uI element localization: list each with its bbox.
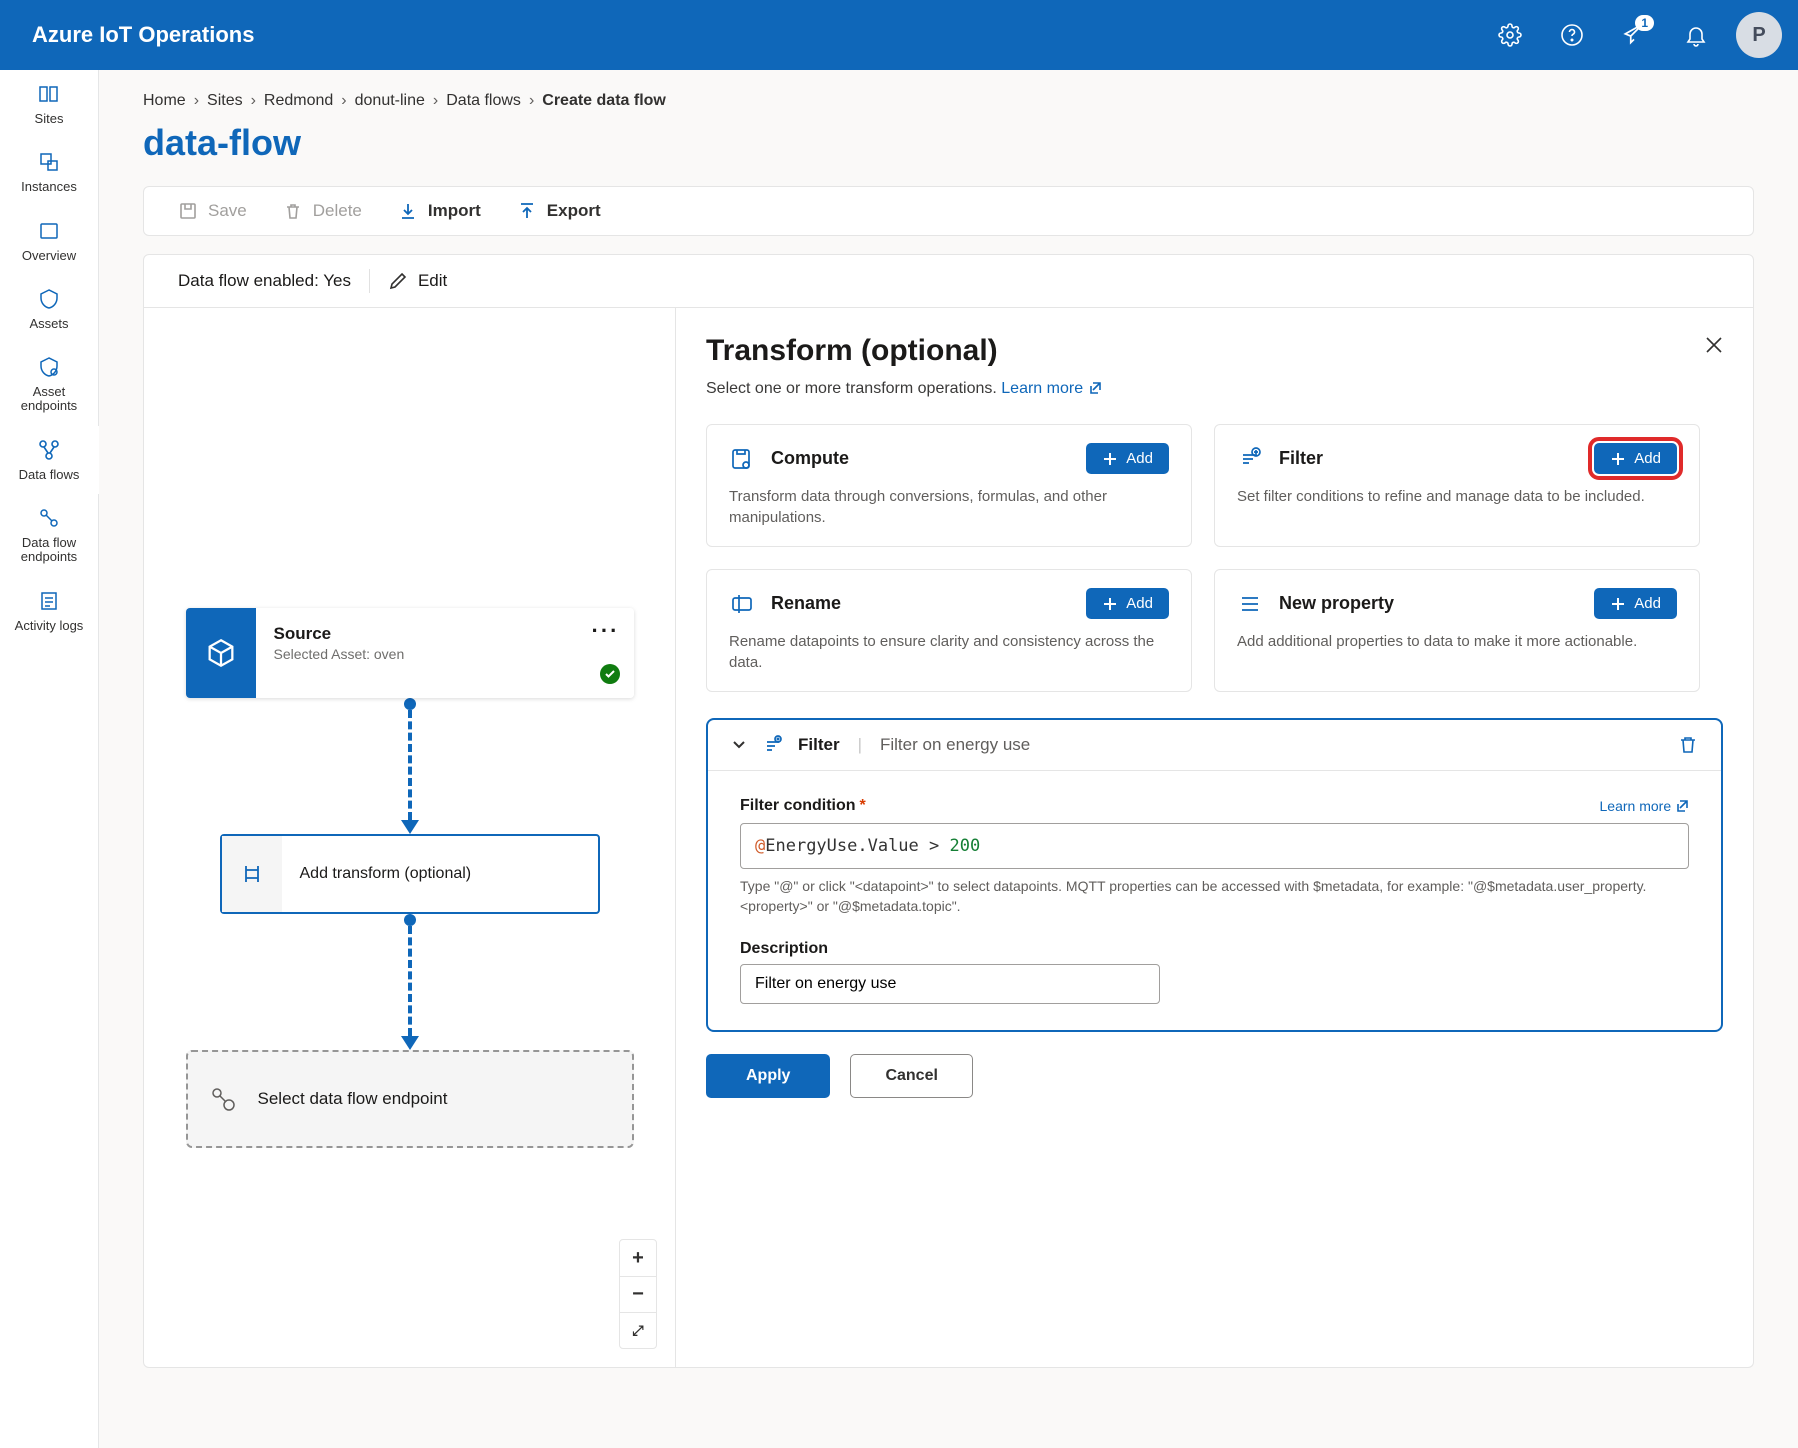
export-button[interactable]: Export [517, 201, 601, 221]
transform-node-icon [222, 836, 282, 912]
source-more-button[interactable]: ··· [592, 618, 620, 644]
sidebar-item-activity-logs[interactable]: Activity logs [0, 577, 98, 645]
sidebar: Sites Instances Overview Assets Asset en… [0, 70, 99, 1448]
source-node[interactable]: Source Selected Asset: oven ··· [186, 608, 634, 698]
activity-logs-icon [37, 589, 61, 613]
notification-bell-icon[interactable] [1674, 13, 1718, 57]
page-title: data-flow [99, 114, 1798, 186]
cancel-button[interactable]: Cancel [850, 1054, 972, 1098]
zoom-out-button[interactable]: − [620, 1276, 656, 1312]
sites-icon [37, 82, 61, 106]
zoom-controls: + − ⤢ [619, 1239, 657, 1349]
sidebar-item-sites[interactable]: Sites [0, 70, 98, 138]
filter-icon [1237, 446, 1263, 472]
crumb-site[interactable]: Redmond [264, 92, 333, 110]
sidebar-item-instances[interactable]: Instances [0, 138, 98, 206]
description-label: Description [740, 940, 1689, 958]
source-title: Source [274, 624, 616, 644]
condition-learn-more-link[interactable]: Learn more [1600, 798, 1689, 814]
status-row: Data flow enabled: Yes Edit [143, 254, 1754, 308]
df-endpoints-icon [37, 506, 61, 530]
sidebar-item-data-flows[interactable]: Data flows [0, 426, 98, 494]
source-node-icon [186, 608, 256, 698]
add-compute-button[interactable]: Add [1086, 443, 1169, 474]
apply-button[interactable]: Apply [706, 1054, 830, 1098]
crumb-current: Create data flow [542, 92, 666, 110]
save-icon [178, 201, 198, 221]
delete-filter-button[interactable] [1677, 734, 1699, 756]
flow-canvas: Source Selected Asset: oven ··· Add tran… [144, 308, 676, 1367]
app-header: Azure IoT Operations 1 P [0, 0, 1798, 70]
condition-label: Filter condition* [740, 797, 866, 815]
op-card-filter: Filter Add Set filter conditions to refi… [1214, 424, 1700, 547]
overview-icon [37, 219, 61, 243]
filter-head-icon [762, 734, 784, 756]
endpoint-node-icon [188, 1085, 258, 1113]
feedback-badge: 1 [1635, 15, 1654, 31]
new-property-icon [1237, 591, 1263, 617]
learn-more-link[interactable]: Learn more [1001, 380, 1101, 397]
collapse-toggle[interactable] [730, 736, 748, 754]
op-card-compute: Compute Add Transform data through conve… [706, 424, 1192, 547]
op-card-new-property: New property Add Add additional properti… [1214, 569, 1700, 692]
import-icon [398, 201, 418, 221]
sidebar-item-assets[interactable]: Assets [0, 275, 98, 343]
data-flows-icon [37, 438, 61, 462]
delete-button: Delete [283, 201, 362, 221]
save-button: Save [178, 201, 247, 221]
sidebar-item-data-flow-endpoints[interactable]: Data flow endpoints [0, 494, 98, 577]
crumb-home[interactable]: Home [143, 92, 186, 110]
zoom-in-button[interactable]: + [620, 1240, 656, 1276]
filter-condition-input[interactable]: @EnergyUse.Value > 200 [740, 823, 1689, 869]
compute-icon [729, 446, 755, 472]
add-rename-button[interactable]: Add [1086, 588, 1169, 619]
op-card-rename: Rename Add Rename datapoints to ensure c… [706, 569, 1192, 692]
panel-subtitle: Select one or more transform operations.… [706, 380, 1723, 398]
asset-endpoints-icon [37, 355, 61, 379]
assets-icon [37, 287, 61, 311]
sidebar-item-asset-endpoints[interactable]: Asset endpoints [0, 343, 98, 426]
fit-button[interactable]: ⤢ [620, 1312, 656, 1348]
command-bar: Save Delete Import Export [143, 186, 1754, 236]
add-new-property-button[interactable]: Add [1594, 588, 1677, 619]
edit-icon [388, 271, 408, 291]
crumb-instance[interactable]: donut-line [355, 92, 425, 110]
crumb-sites[interactable]: Sites [207, 92, 243, 110]
description-input[interactable] [740, 964, 1160, 1004]
breadcrumb: Home› Sites› Redmond› donut-line› Data f… [99, 70, 1798, 114]
help-icon[interactable] [1550, 13, 1594, 57]
app-title: Azure IoT Operations [32, 22, 254, 48]
instances-icon [37, 150, 61, 174]
user-avatar[interactable]: P [1736, 12, 1782, 58]
panel-title: Transform (optional) [706, 334, 1723, 368]
transform-panel: Transform (optional) Select one or more … [676, 308, 1753, 1367]
sidebar-item-overview[interactable]: Overview [0, 207, 98, 275]
close-panel-button[interactable] [1703, 334, 1725, 356]
main-content: Home› Sites› Redmond› donut-line› Data f… [99, 70, 1798, 1448]
edit-button[interactable]: Edit [388, 271, 447, 291]
status-label: Data flow enabled: Yes [178, 271, 351, 291]
condition-hint: Type "@" or click "<datapoint>" to selec… [740, 877, 1689, 916]
feedback-icon[interactable]: 1 [1612, 13, 1656, 57]
delete-icon [283, 201, 303, 221]
filter-config-block: Filter | Filter on energy use Filter con… [706, 718, 1723, 1032]
import-button[interactable]: Import [398, 201, 481, 221]
export-icon [517, 201, 537, 221]
transform-node[interactable]: Add transform (optional) [220, 834, 600, 914]
source-subtitle: Selected Asset: oven [274, 646, 616, 662]
rename-icon [729, 591, 755, 617]
endpoint-node[interactable]: Select data flow endpoint [186, 1050, 634, 1148]
settings-icon[interactable] [1488, 13, 1532, 57]
crumb-dataflows[interactable]: Data flows [446, 92, 521, 110]
add-filter-button[interactable]: Add [1594, 443, 1677, 474]
success-icon [600, 664, 620, 684]
